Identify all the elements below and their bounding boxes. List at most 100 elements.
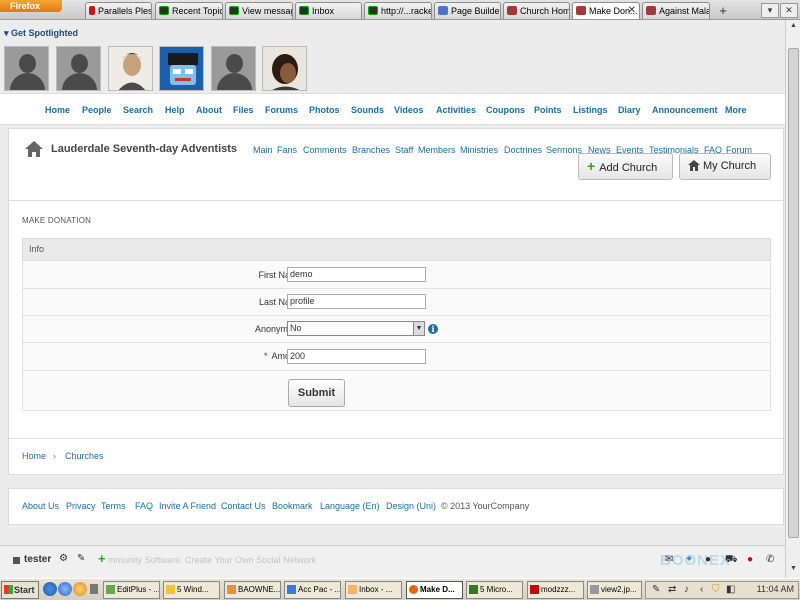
taskbar-item[interactable]: Acc Pac - ...	[284, 581, 341, 599]
tray-arrow-icon[interactable]: ‹	[700, 584, 703, 595]
submit-button[interactable]: Submit	[288, 379, 345, 407]
plus-icon[interactable]: +	[98, 551, 106, 566]
scroll-down-icon[interactable]: ▼	[788, 565, 799, 576]
breadcrumb-churches[interactable]: Churches	[65, 451, 104, 461]
footer-terms[interactable]: Terms	[101, 501, 126, 511]
username[interactable]: tester	[24, 554, 51, 565]
nav-listings[interactable]: Listings	[573, 105, 608, 115]
wrench-icon[interactable]: ✆	[766, 554, 774, 565]
nav-announcement[interactable]: Announcement	[652, 105, 718, 115]
default-avatar[interactable]	[211, 46, 256, 91]
cart-icon[interactable]: ⛟	[725, 554, 738, 567]
edit-icon[interactable]: ✎	[77, 553, 85, 564]
submenu-staff[interactable]: Staff	[395, 145, 413, 155]
nav-search[interactable]: Search	[123, 105, 153, 115]
add-church-button[interactable]: + Add Church	[578, 153, 673, 180]
taskbar-item[interactable]: BAOWNE...	[224, 581, 281, 599]
browser-tab[interactable]: http://...racker	[364, 2, 432, 19]
browser-tab-active[interactable]: Make Don... ✕	[572, 2, 640, 19]
taskbar-item[interactable]: 5 Wind...	[163, 581, 220, 599]
browser-tab[interactable]: Church Home	[503, 2, 570, 19]
last-name-field[interactable]: profile	[287, 294, 426, 309]
nav-about[interactable]: About	[196, 105, 222, 115]
notification-icon[interactable]: ●	[747, 554, 753, 565]
network-icon[interactable]: ⇄	[668, 584, 676, 595]
nav-more[interactable]: More	[725, 105, 747, 115]
footer-contact-us[interactable]: Contact Us	[221, 501, 266, 511]
photo-avatar[interactable]	[108, 46, 153, 91]
nav-files[interactable]: Files	[233, 105, 254, 115]
nav-sounds[interactable]: Sounds	[351, 105, 384, 115]
nav-coupons[interactable]: Coupons	[486, 105, 525, 115]
firefox-icon[interactable]	[73, 582, 87, 596]
vertical-scrollbar[interactable]: ▲ ▼	[785, 20, 800, 578]
submenu-branches[interactable]: Branches	[352, 145, 390, 155]
browser-tab[interactable]: Parallels Ples...	[85, 2, 152, 19]
speaker-icon[interactable]: ♪	[684, 584, 689, 595]
footer-design[interactable]: Design (Uni)	[386, 501, 436, 511]
submenu-sermons[interactable]: Sermons	[546, 145, 582, 155]
new-tab-button[interactable]: +	[714, 3, 732, 19]
anonymous-select[interactable]: No ▼	[287, 321, 425, 336]
amount-field[interactable]: 200	[287, 349, 426, 364]
start-button[interactable]: Start	[1, 581, 39, 599]
nav-photos[interactable]: Photos	[309, 105, 340, 115]
nav-videos[interactable]: Videos	[394, 105, 423, 115]
settings-icon[interactable]: ⚙	[59, 553, 68, 564]
taskbar-item[interactable]: Inbox - ...	[345, 581, 402, 599]
submenu-doctrines[interactable]: Doctrines	[504, 145, 542, 155]
default-avatar[interactable]	[4, 46, 49, 91]
nav-activities[interactable]: Activities	[436, 105, 476, 115]
browser-tab[interactable]: Inbox	[295, 2, 362, 19]
shield-icon[interactable]: ⛉	[712, 584, 720, 595]
spotlight-title[interactable]: ▾ Get Spotlighted	[4, 28, 78, 39]
footer-privacy[interactable]: Privacy	[66, 501, 96, 511]
submenu-main[interactable]: Main	[253, 145, 273, 155]
quicklaunch-arrow-icon[interactable]	[90, 584, 98, 594]
browser-tab[interactable]: Against Mala...	[642, 2, 710, 19]
person-icon[interactable]: ●	[705, 554, 711, 565]
scroll-thumb[interactable]	[788, 48, 799, 538]
submenu-members[interactable]: Members	[418, 145, 456, 155]
footer-bookmark[interactable]: Bookmark	[272, 501, 313, 511]
taskbar-item[interactable]: modzzz...	[527, 581, 584, 599]
browser-tab[interactable]: Page Builder	[434, 2, 501, 19]
scroll-up-icon[interactable]: ▲	[788, 22, 799, 33]
default-avatar[interactable]	[56, 46, 101, 91]
pen-icon[interactable]: ✎	[652, 584, 660, 595]
nav-diary[interactable]: Diary	[618, 105, 641, 115]
info-icon[interactable]: i	[428, 324, 438, 334]
browser-tab[interactable]: Recent Topic...	[155, 2, 223, 19]
footer-about-us[interactable]: About Us	[22, 501, 59, 511]
submenu-fans[interactable]: Fans	[277, 145, 297, 155]
nav-forums[interactable]: Forums	[265, 105, 298, 115]
chrome-icon[interactable]	[43, 582, 57, 596]
window-close-button[interactable]: ✕	[780, 3, 798, 18]
twitter-icon[interactable]: ✦	[685, 554, 693, 565]
menu-icon[interactable]	[13, 557, 20, 564]
footer-language[interactable]: Language (En)	[320, 501, 380, 511]
firefox-menu-button[interactable]: Firefox	[0, 0, 62, 12]
list-tabs-button[interactable]: ▾	[761, 3, 779, 18]
ie-icon[interactable]	[58, 582, 72, 596]
footer-invite-friend[interactable]: Invite A Friend	[159, 501, 216, 511]
submenu-comments[interactable]: Comments	[303, 145, 347, 155]
browser-tab[interactable]: View message	[225, 2, 293, 19]
close-tab-icon[interactable]: ✕	[628, 3, 636, 19]
taskbar-item-active[interactable]: Make D...	[406, 581, 463, 599]
nav-home[interactable]: Home	[45, 105, 70, 115]
taskbar-item[interactable]: 5 Micro...	[466, 581, 523, 599]
tray-app-icon[interactable]: ◧	[726, 584, 735, 595]
my-church-button[interactable]: My Church	[679, 153, 771, 180]
mail-icon[interactable]: ✉	[665, 554, 673, 565]
footer-faq[interactable]: FAQ	[135, 501, 153, 511]
breadcrumb-home[interactable]: Home	[22, 451, 46, 461]
nav-points[interactable]: Points	[534, 105, 562, 115]
nav-people[interactable]: People	[82, 105, 112, 115]
first-name-field[interactable]: demo	[287, 267, 426, 282]
nav-help[interactable]: Help	[165, 105, 185, 115]
taskbar-item[interactable]: view2.jp...	[587, 581, 642, 599]
photo-avatar[interactable]	[262, 46, 307, 91]
taskbar-item[interactable]: EditPlus - ...	[103, 581, 160, 599]
submenu-ministries[interactable]: Ministries	[460, 145, 498, 155]
